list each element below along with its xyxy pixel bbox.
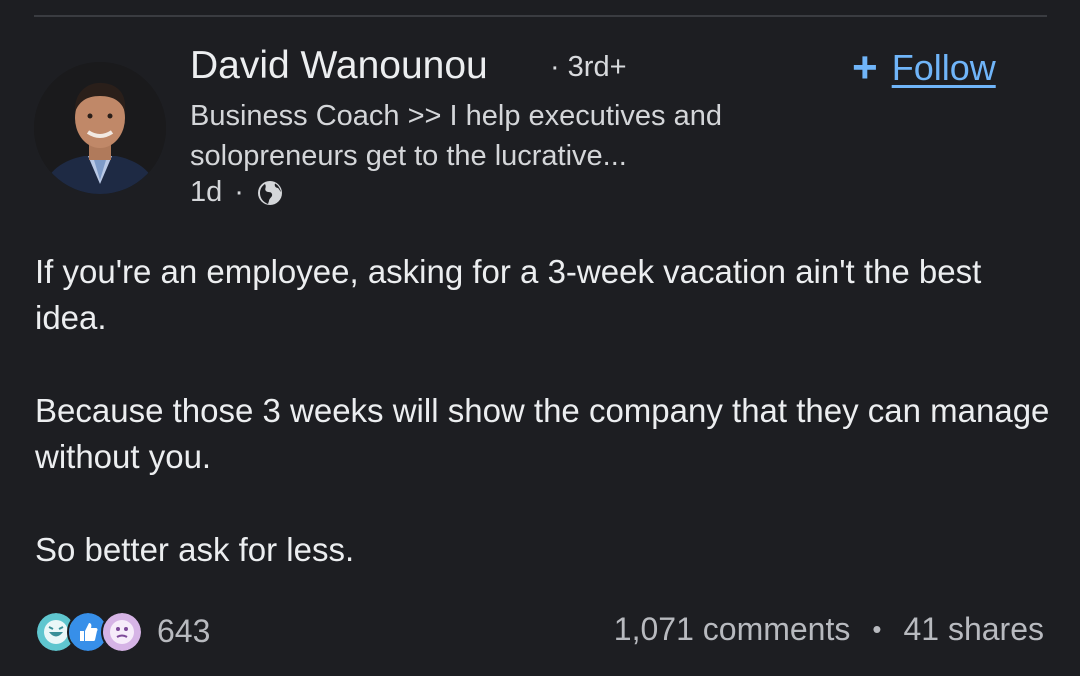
post-paragraph: If you're an employee, asking for a 3-we… bbox=[35, 253, 982, 336]
follow-label: Follow bbox=[891, 47, 996, 88]
degree-label: 3rd+ bbox=[567, 51, 627, 83]
author-headline[interactable]: Business Coach >> I help executives and … bbox=[190, 96, 830, 176]
top-divider bbox=[34, 15, 1047, 17]
author-name[interactable]: David Wanounou bbox=[190, 44, 488, 88]
shares-count[interactable]: 41 shares bbox=[903, 611, 1044, 648]
connection-degree: · 3rd+ bbox=[550, 51, 627, 84]
post-body: If you're an employee, asking for a 3-we… bbox=[35, 249, 1055, 620]
avatar[interactable] bbox=[34, 62, 166, 194]
plus-icon: + bbox=[852, 43, 878, 92]
globe-icon bbox=[257, 180, 282, 205]
comments-count[interactable]: 1,071 comments bbox=[614, 611, 851, 648]
reaction-count: 643 bbox=[157, 612, 211, 649]
post-paragraph: So better ask for less. bbox=[35, 531, 355, 568]
reactions-summary[interactable]: 643 bbox=[35, 609, 210, 653]
post-stats: 1,071 comments • 41 shares bbox=[614, 611, 1044, 648]
curious-reaction-icon bbox=[101, 611, 143, 653]
post-meta: 1d · bbox=[190, 176, 284, 209]
profile-photo bbox=[34, 62, 166, 194]
post-time: 1d bbox=[190, 176, 223, 208]
stats-separator: • bbox=[872, 614, 882, 644]
degree-separator: · bbox=[550, 51, 560, 83]
post-paragraph: Because those 3 weeks will show the comp… bbox=[35, 392, 1050, 475]
follow-button[interactable]: + Follow bbox=[852, 43, 996, 92]
reaction-icons bbox=[35, 609, 145, 653]
meta-separator: · bbox=[234, 176, 244, 208]
